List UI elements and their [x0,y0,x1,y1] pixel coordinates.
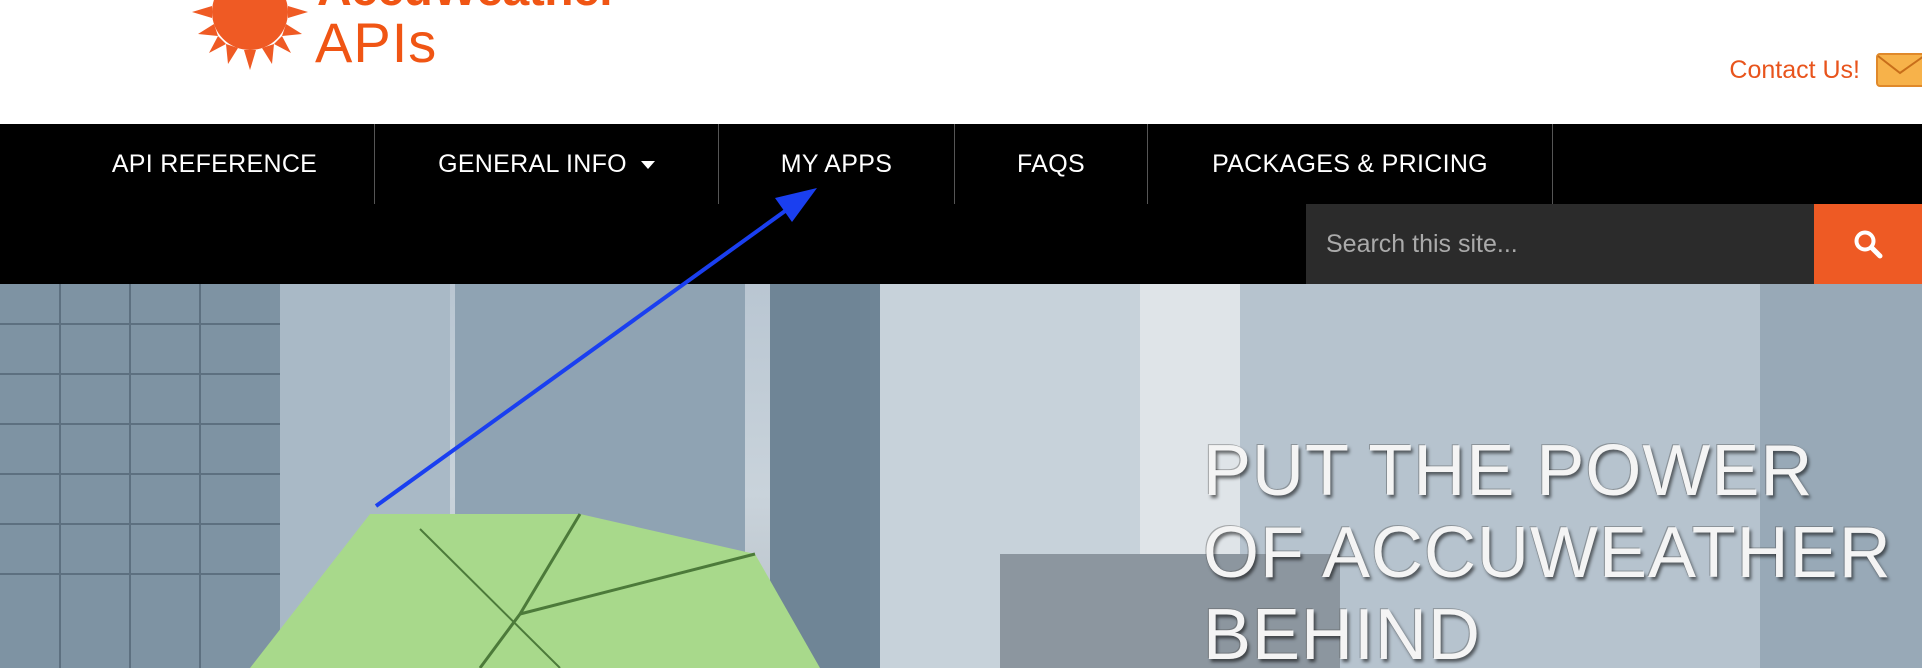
nav-menu: API REFERENCE GENERAL INFO MY APPS FAQS … [55,124,1553,204]
search-input[interactable] [1306,204,1814,284]
nav-item-general-info[interactable]: GENERAL INFO [375,124,719,204]
search-icon [1854,230,1883,259]
site-header: AccuWeather APIs Contact Us! [0,0,1922,124]
chevron-down-icon [640,161,655,169]
hero-banner: PUT THE POWER OF ACCUWEATHER BEHIND [0,284,1922,668]
nav-item-packages-pricing[interactable]: PACKAGES & PRICING [1148,124,1553,204]
nav-item-my-apps[interactable]: MY APPS [719,124,955,204]
nav-item-label: FAQS [1017,149,1085,178]
hero-line-1: PUT THE POWER [1203,431,1814,511]
contact-area: Contact Us! [1729,50,1922,90]
hero-line-3: BEHIND [1203,595,1482,668]
nav-item-api-reference[interactable]: API REFERENCE [55,124,375,204]
sun-logo-icon [192,0,308,70]
site-search [1306,204,1922,284]
nav-item-faqs[interactable]: FAQS [955,124,1148,204]
mail-icon[interactable] [1876,53,1922,87]
logo-apis-text: APIs [315,11,438,74]
search-button[interactable] [1814,204,1922,284]
nav-item-label: API REFERENCE [111,149,318,178]
accuweather-apis-logo[interactable]: AccuWeather APIs [190,0,650,74]
hero-heading: PUT THE POWER OF ACCUWEATHER BEHIND [1203,430,1892,668]
main-navigation: API REFERENCE GENERAL INFO MY APPS FAQS … [0,124,1922,284]
hero-line-2: OF ACCUWEATHER [1203,513,1892,593]
contact-us-link[interactable]: Contact Us! [1729,56,1860,85]
nav-item-label: GENERAL INFO [438,149,627,178]
nav-item-label: MY APPS [780,149,893,178]
nav-item-label: PACKAGES & PRICING [1212,149,1488,178]
